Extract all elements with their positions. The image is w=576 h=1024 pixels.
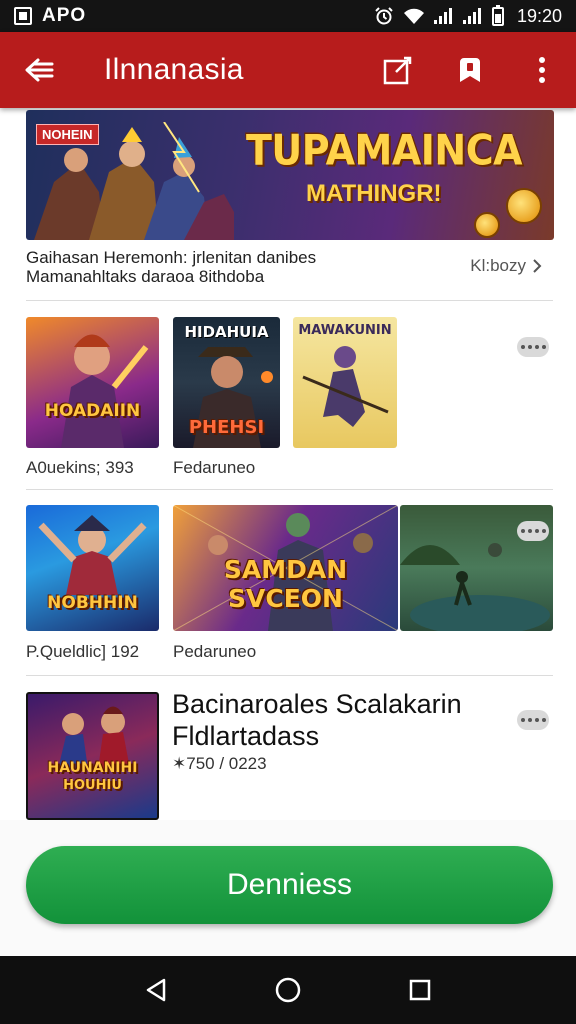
tile-caption: A0uekins; 393 [26,458,134,477]
featured-banner[interactable]: NOHEIN TUPAMAINCA MATHINGR! [26,110,554,240]
status-icons: 19:20 [374,4,562,27]
banner-coin-image [506,188,542,224]
back-arrow-icon [25,58,54,82]
back-button[interactable] [0,32,80,108]
bookmark-icon [460,58,480,82]
game-tile[interactable]: MAWAKUNIN [293,317,397,448]
page-title: Ilnnanasia [104,53,244,86]
battery-icon [491,4,504,26]
divider [26,489,553,490]
more-link-label: Kl:bozy [470,256,526,275]
divider [26,675,553,676]
tile-caption: Fedaruneo [173,458,256,477]
system-nav-bar [0,956,576,1024]
status-bar: APO 19:20 [0,0,576,32]
more-vert-icon [539,57,545,83]
chevron-right-icon [533,259,542,273]
more-options-button[interactable] [517,337,549,357]
tile-art-text: NOBHHIN [47,593,138,613]
bottom-action-area: Denniess [0,820,576,956]
nav-home-button[interactable] [258,960,318,1020]
item-title-line: Fldlartadass [172,721,320,751]
game-tile[interactable]: NOBHHIN [26,505,159,631]
banner-description: Gaihasan Heremonh: jrlenitan danibes Mam… [26,248,446,286]
alarm-icon [375,7,393,25]
tile-art-text: HOADAIIN [44,401,141,421]
bookmark-button[interactable] [428,32,512,108]
app-bar: Ilnnanasia [0,32,576,108]
nav-back-button[interactable] [126,960,186,1020]
clock-time: 19:20 [516,5,562,26]
signal-icon [462,8,483,24]
back-triangle-icon [146,978,166,1002]
carrier-label: APO [42,5,87,26]
more-options-button[interactable] [512,32,572,108]
banner-subheadline: MATHINGR! [306,180,442,207]
tile-art-text: HOUHIU [63,778,122,793]
tile-art-text: PHEHSI [188,417,265,438]
tile-art-text: SAMDAN SVCEON [223,555,348,613]
app-badge-icon [14,7,32,25]
home-circle-icon [275,977,301,1003]
banner-headline: TUPAMAINCA [246,125,523,175]
game-tile[interactable]: SAMDAN SVCEON [173,505,398,631]
edit-icon [383,56,412,85]
item-stat: ✶750 / 0223 [172,754,267,773]
game-art-image [61,334,149,448]
more-options-button[interactable] [517,521,549,541]
game-tile[interactable]: HAUNANIHI HOUHIU [26,692,159,820]
game-art-image [302,346,389,427]
tile-caption: Pedaruneo [173,642,257,661]
wifi-icon [403,8,424,24]
recents-square-icon [409,979,431,1001]
app-bar-actions [368,32,576,108]
game-art-image [58,706,130,769]
primary-action-button[interactable]: Denniess [26,846,553,924]
edit-button[interactable] [368,32,428,108]
more-link[interactable]: Kl:bozy [470,256,542,276]
game-tile[interactable]: HIDAHUIA PHEHSI [173,317,280,448]
divider [26,300,553,301]
banner-tag: NOHEIN [36,124,99,145]
description-line: Gaihasan Heremonh: jrlenitan danibes [26,248,317,267]
banner-coin-image [474,212,500,238]
nav-recents-button[interactable] [390,960,450,1020]
item-title-line: Bacinaroales Scalakarin [172,689,462,719]
signal-icon [433,8,454,24]
content-scroll[interactable]: NOHEIN TUPAMAINCA MATHINGR! Gaihasan Her… [0,108,576,820]
tile-caption: P.Queldlic] 192 [26,642,140,661]
item-title[interactable]: Bacinaroales Scalakarin Fldlartadass [172,688,462,752]
description-line: Mamanahltaks daraoa 8ithdoba [26,267,265,286]
more-options-button[interactable] [517,710,549,730]
game-tile[interactable]: HOADAIIN [26,317,159,448]
tile-art-text: HAUNANIHI [47,760,138,776]
